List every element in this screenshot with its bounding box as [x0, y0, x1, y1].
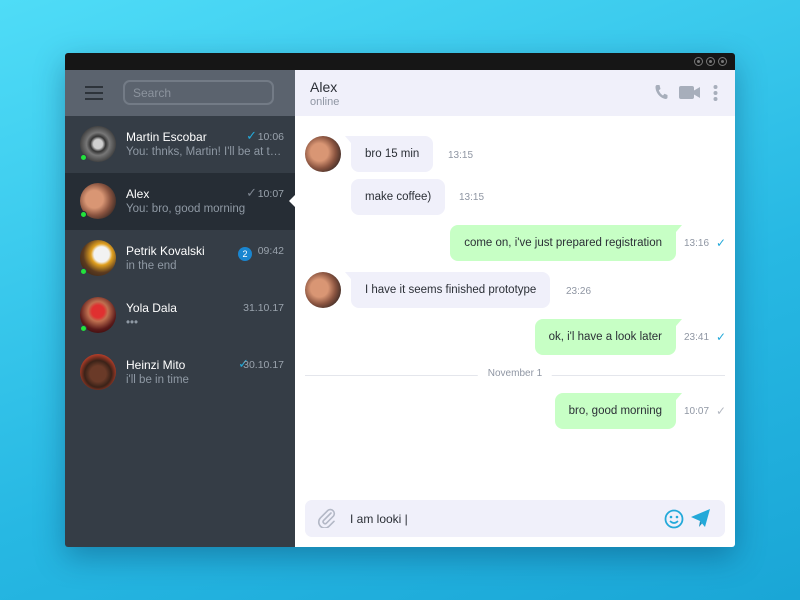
message-sent: ok, i'l have a look later [534, 319, 683, 355]
phone-icon[interactable] [654, 84, 668, 100]
contact-item[interactable]: Yola Dala 31.10.17 ••• [65, 287, 295, 344]
message-text: bro, good morning [568, 405, 662, 417]
emoji-icon[interactable] [664, 509, 684, 529]
read-check-icon: ✓ [716, 236, 727, 250]
message-composer [305, 500, 725, 537]
contact-preview: ••• [126, 317, 139, 329]
message-sent: come on, i've just prepared registration [450, 225, 682, 261]
contact-name: Yola Dala [126, 301, 177, 315]
paperclip-icon[interactable] [317, 508, 337, 528]
message-text: ok, i'l have a look later [548, 331, 662, 343]
contact-preview: You: bro, good morning [126, 203, 246, 215]
search-input[interactable] [123, 80, 274, 105]
online-indicator [80, 211, 87, 218]
contact-time: 10:07 [257, 188, 284, 200]
title-bar [65, 53, 735, 70]
sidebar: Martin Escobar ✓ 10:06 You: thnks, Marti… [65, 70, 295, 547]
message-text: make coffee) [365, 191, 432, 203]
contact-preview: in the end [126, 260, 177, 272]
messenger-window: Martin Escobar ✓ 10:06 You: thnks, Marti… [65, 53, 735, 547]
message-time: 13:15 [459, 192, 485, 203]
message-received: make coffee) [351, 179, 446, 215]
message-received: I have it seems finished prototype [344, 272, 551, 308]
chat-panel: Alex online bro 15 min 13:15 make coffee… [295, 70, 735, 547]
contact-item[interactable]: Heinzi Mito ✓ 30.10.17 i'll be in time [65, 344, 295, 401]
message-time: 23:26 [566, 286, 592, 297]
message-text: come on, i've just prepared registration [464, 237, 662, 249]
message-time: 10:07 [684, 406, 710, 417]
contact-item[interactable]: Martin Escobar ✓ 10:06 You: thnks, Marti… [65, 116, 295, 173]
read-check-icon: ✓ [716, 330, 727, 344]
contact-preview: You: thnks, Martin! I'll be at there [126, 146, 286, 158]
message-time: 23:41 [684, 332, 710, 343]
more-vertical-icon[interactable] [713, 85, 718, 101]
contact-time: 30.10.17 [243, 359, 284, 371]
sent-check-icon: ✓ [246, 185, 257, 200]
online-indicator [80, 154, 87, 161]
contact-item-active[interactable]: Alex ✓ 10:07 You: bro, good morning [65, 173, 295, 230]
contact-name: Heinzi Mito [126, 358, 186, 372]
contact-preview: i'll be in time [126, 374, 189, 386]
avatar [80, 354, 116, 390]
contact-time: 10:06 [257, 131, 284, 143]
avatar [305, 272, 341, 308]
date-divider-label: November 1 [477, 368, 553, 379]
contact-name: Petrik Kovalski [126, 244, 205, 258]
send-icon[interactable] [691, 509, 711, 528]
message-text: I have it seems finished prototype [365, 284, 537, 296]
message-time: 13:16 [684, 238, 710, 249]
maximize-button[interactable] [706, 57, 715, 66]
chat-contact-name: Alex [310, 79, 338, 95]
hamburger-icon[interactable] [85, 86, 103, 100]
video-camera-icon[interactable] [679, 86, 701, 99]
close-button[interactable] [718, 57, 727, 66]
online-indicator [80, 268, 87, 275]
contact-time: 09:42 [257, 245, 284, 257]
message-input[interactable] [350, 509, 650, 529]
message-received: bro 15 min [344, 136, 434, 172]
contact-item[interactable]: Petrik Kovalski 2 09:42 in the end [65, 230, 295, 287]
chat-contact-status: online [310, 96, 340, 108]
read-check-icon: ✓ [246, 128, 257, 143]
contact-time: 31.10.17 [243, 302, 284, 314]
message-time: 13:15 [448, 150, 474, 161]
message-sent: bro, good morning [554, 393, 683, 429]
sidebar-header [65, 70, 295, 116]
unread-badge: 2 [238, 247, 252, 261]
contact-name: Alex [126, 187, 150, 201]
online-indicator [80, 325, 87, 332]
sent-check-icon: ✓ [716, 404, 727, 418]
avatar [305, 136, 341, 172]
contact-name: Martin Escobar [126, 130, 207, 144]
minimize-button[interactable] [694, 57, 703, 66]
chat-header: Alex online [295, 70, 735, 116]
message-text: bro 15 min [365, 148, 420, 160]
